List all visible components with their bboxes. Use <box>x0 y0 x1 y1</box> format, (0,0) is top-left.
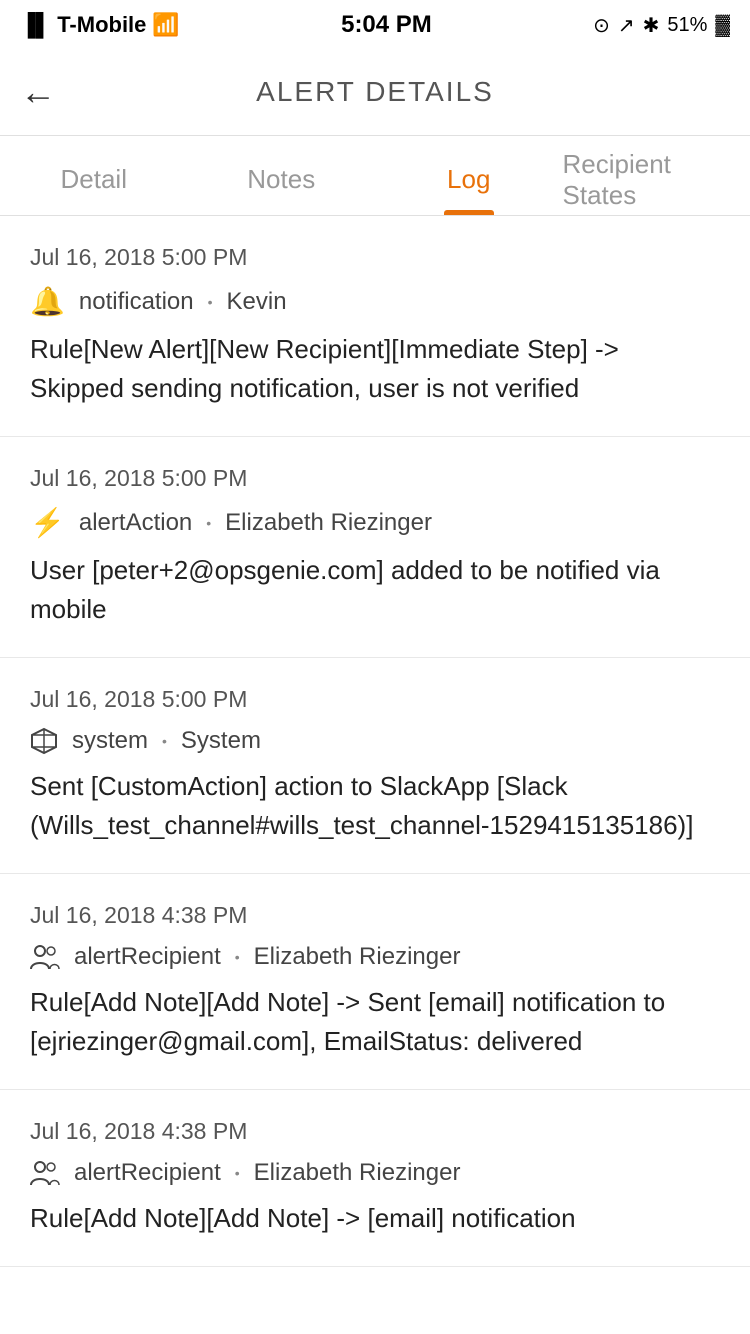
tab-bar: Detail Notes Log Recipient States <box>0 136 750 216</box>
log-type: alertRecipient <box>74 943 221 971</box>
log-dot: • <box>206 515 211 531</box>
carrier-name: T-Mobile <box>57 12 146 38</box>
log-type: notification <box>79 288 194 316</box>
tab-recipient-states[interactable]: Recipient States <box>563 136 750 215</box>
log-message: Rule[Add Note][Add Note] -> [email] noti… <box>30 1199 720 1238</box>
signal-bars: ▐▌ <box>20 12 51 38</box>
bolt-icon: ⚡ <box>30 506 65 539</box>
log-entry: Jul 16, 2018 5:00 PM system • System Sen… <box>0 658 750 874</box>
log-entry: Jul 16, 2018 5:00 PM 🔔 notification • Ke… <box>0 216 750 437</box>
log-message: User [peter+2@opsgenie.com] added to be … <box>30 551 720 629</box>
log-actor: Elizabeth Riezinger <box>225 509 432 537</box>
status-bar: ▐▌ T-Mobile 📶 5:04 PM ⊙ ↗ ✱ 51% ▓ <box>0 0 750 48</box>
log-dot: • <box>208 294 213 310</box>
cube-icon <box>30 727 58 755</box>
people-icon <box>30 1159 60 1187</box>
log-timestamp: Jul 16, 2018 4:38 PM <box>30 902 720 929</box>
header: ← ALERT DETAILS <box>0 48 750 136</box>
wifi-icon: 📶 <box>152 12 179 38</box>
log-meta: alertRecipient • Elizabeth Riezinger <box>30 1159 720 1187</box>
location-icon: ↗ <box>618 13 635 38</box>
log-list: Jul 16, 2018 5:00 PM 🔔 notification • Ke… <box>0 216 750 1267</box>
people-icon <box>30 943 60 971</box>
log-timestamp: Jul 16, 2018 5:00 PM <box>30 465 720 492</box>
log-type: alertRecipient <box>74 1159 221 1187</box>
tab-notes[interactable]: Notes <box>188 136 376 215</box>
log-meta: ⚡ alertAction • Elizabeth Riezinger <box>30 506 720 539</box>
tab-log[interactable]: Log <box>375 136 563 215</box>
status-time: 5:04 PM <box>341 11 432 39</box>
log-message: Sent [CustomAction] action to SlackApp [… <box>30 767 720 845</box>
battery-percent: 51% <box>667 14 707 37</box>
log-entry: Jul 16, 2018 4:38 PM alertRecipient • El… <box>0 1090 750 1267</box>
tab-detail-label: Detail <box>61 164 127 195</box>
log-timestamp: Jul 16, 2018 4:38 PM <box>30 1118 720 1145</box>
tab-notes-label: Notes <box>247 164 315 195</box>
back-button[interactable]: ← <box>20 71 56 113</box>
log-timestamp: Jul 16, 2018 5:00 PM <box>30 686 720 713</box>
log-meta: system • System <box>30 727 720 755</box>
log-dot: • <box>162 733 167 749</box>
bluetooth-icon: ✱ <box>643 13 660 38</box>
tab-detail[interactable]: Detail <box>0 136 188 215</box>
status-right: ⊙ ↗ ✱ 51% ▓ <box>593 13 730 38</box>
log-actor: Kevin <box>227 288 287 316</box>
log-meta: alertRecipient • Elizabeth Riezinger <box>30 943 720 971</box>
log-dot: • <box>235 949 240 965</box>
battery-icon: ▓ <box>715 14 730 37</box>
screen-lock-icon: ⊙ <box>593 13 610 38</box>
log-entry: Jul 16, 2018 5:00 PM ⚡ alertAction • Eli… <box>0 437 750 658</box>
log-type: system <box>72 727 148 755</box>
log-entry: Jul 16, 2018 4:38 PM alertRecipient • El… <box>0 874 750 1090</box>
log-type: alertAction <box>79 509 192 537</box>
tab-recipient-states-label: Recipient States <box>563 149 750 211</box>
log-actor: System <box>181 727 261 755</box>
log-message: Rule[New Alert][New Recipient][Immediate… <box>30 330 720 408</box>
tab-active-indicator <box>444 210 494 215</box>
log-timestamp: Jul 16, 2018 5:00 PM <box>30 244 720 271</box>
log-message: Rule[Add Note][Add Note] -> Sent [email]… <box>30 983 720 1061</box>
log-actor: Elizabeth Riezinger <box>254 943 461 971</box>
log-meta: 🔔 notification • Kevin <box>30 285 720 318</box>
log-actor: Elizabeth Riezinger <box>254 1159 461 1187</box>
page-title: ALERT DETAILS <box>256 76 494 108</box>
log-dot: • <box>235 1165 240 1181</box>
bell-icon: 🔔 <box>30 285 65 318</box>
carrier-signal: ▐▌ T-Mobile 📶 <box>20 12 180 38</box>
tab-log-label: Log <box>447 164 490 195</box>
